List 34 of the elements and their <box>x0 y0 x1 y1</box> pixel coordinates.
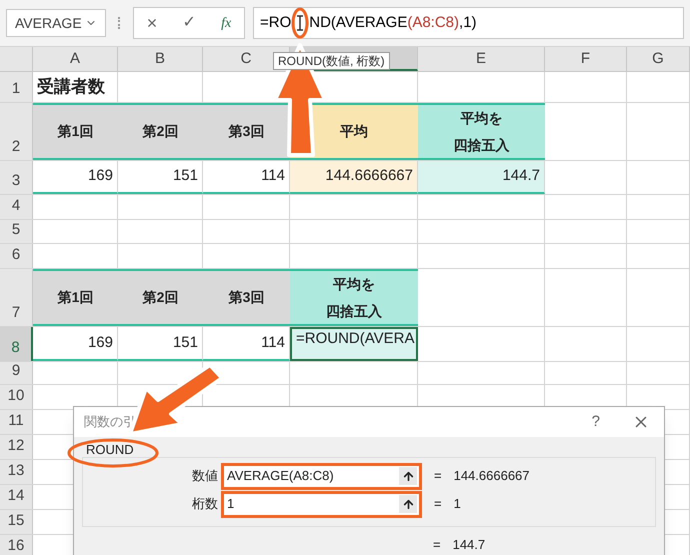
tooltip: ROUND(数値, 桁数) <box>273 52 390 70</box>
sheet-title: 受講者数 <box>33 72 118 102</box>
equals-sign: = <box>434 467 442 486</box>
header-text: 平均 <box>340 122 368 141</box>
formula-text: ND(AVERAGE <box>309 12 408 33</box>
argument-result: 1 <box>454 495 461 514</box>
header-text: 第1回 <box>58 122 94 141</box>
header-text: 第2回 <box>142 122 178 141</box>
header-text: 平均を <box>333 274 375 294</box>
argument-label: 桁数 <box>191 495 219 514</box>
formula-text: =RO <box>260 12 292 33</box>
header-text: 平均を <box>460 108 502 128</box>
formula-result: 144.7 <box>452 536 486 554</box>
table-cell: 151 <box>118 161 203 194</box>
table-cell: 144.7 <box>418 161 545 194</box>
table-cell: 144.6666667 <box>290 161 418 194</box>
header-text: 第2回 <box>142 288 178 307</box>
table-cell: 114 <box>203 327 290 361</box>
header-text: 第3回 <box>228 122 264 141</box>
function-name: ROUND <box>85 443 134 457</box>
table-cell: 169 <box>33 161 118 194</box>
equals-sign: = <box>433 536 441 554</box>
header-text: 四捨五入 <box>454 136 510 154</box>
header-text: 第1回 <box>58 288 94 307</box>
equals-sign: = <box>434 495 442 514</box>
table-cell: 151 <box>118 327 203 361</box>
formula-text: (A8:C8) <box>407 12 460 33</box>
table-cell: 169 <box>33 327 118 361</box>
argument-label: 数値 <box>191 467 219 486</box>
header-text: 四捨五入 <box>326 302 382 320</box>
header-text: 第3回 <box>228 288 264 307</box>
table-cell: 114 <box>203 161 290 194</box>
formula-text: ,1) <box>459 12 477 33</box>
argument-result: 144.6666667 <box>454 467 530 486</box>
